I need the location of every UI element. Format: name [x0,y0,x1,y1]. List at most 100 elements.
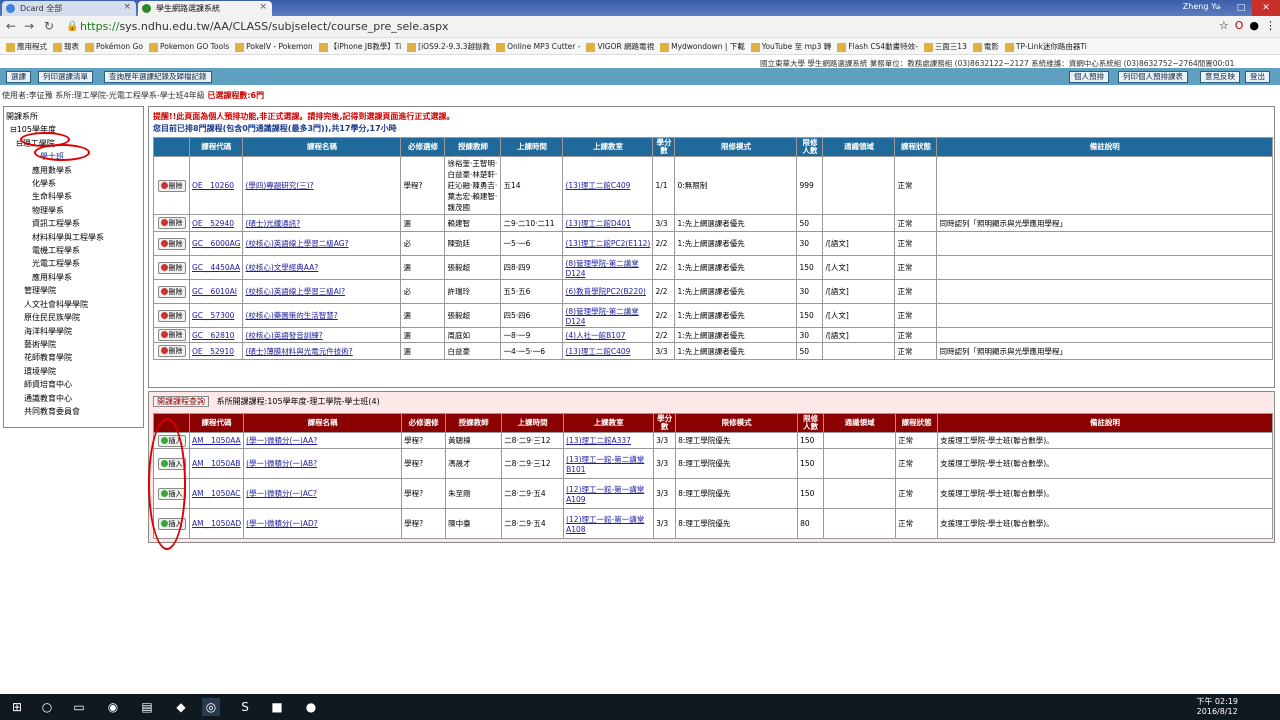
minimize-icon[interactable]: – [1208,0,1230,16]
url-field[interactable]: https://sys.ndhu.edu.tw/AA/CLASS/subjsel… [80,20,449,33]
cell-value[interactable]: (13)理工二館A337 [566,436,631,445]
tree-college[interactable]: 人文社會科學學院 [6,298,141,311]
cell-value[interactable]: GC__6010AI [192,287,237,296]
select-course-button[interactable]: 選課 [6,71,31,83]
bookmark-item[interactable]: [iOS9.2-9.3.3越獄教 [407,38,490,54]
cell-value[interactable]: (校核心)英語發音訓練? [245,331,322,340]
cell-value[interactable]: (13)理工二館D401 [565,219,631,228]
delete-button[interactable]: 刪除 [157,329,186,341]
close-icon[interactable]: × [123,2,131,12]
bookmark-item[interactable]: PokeIV - Pokemon [235,38,313,54]
tree-college[interactable]: 環境學院 [6,365,141,378]
tree-college[interactable]: 海洋科學學院 [6,325,141,338]
cell-value[interactable]: (學一)微積分(一)AA? [246,436,317,445]
delete-button[interactable]: 刪除 [157,179,186,192]
delete-button[interactable]: 刪除 [157,261,186,274]
tree-college[interactable]: 師資培育中心 [6,378,141,391]
menu-icon[interactable]: ⋮ [1265,19,1276,32]
reload-icon[interactable]: ↻ [44,19,54,33]
feedback-button[interactable]: 意見反映 [1200,71,1240,83]
bookmark-item[interactable]: Pokemon GO Tools [148,38,229,54]
tree-college[interactable]: 花師教育學院 [6,351,141,364]
tree-item[interactable]: 資訊工程學系 [6,217,141,230]
cell-value[interactable]: AM__1050AA [192,436,241,445]
folder-icon[interactable]: ▤ [138,698,156,716]
skype-icon[interactable]: S [236,698,254,716]
bookmark-item[interactable]: TP-Link迷你路由器Ti [1004,38,1087,54]
tab-course-system[interactable]: 學生網路選課系統 × [138,1,272,16]
delete-button[interactable]: 刪除 [157,217,186,229]
cell-value[interactable]: (校核心)英語線上學習三級AI? [245,287,345,296]
delete-button[interactable]: 刪除 [157,345,186,357]
star-icon[interactable]: ☆ [1219,19,1229,32]
cell-value[interactable]: (8)管理學院-第二講堂D124 [565,307,638,326]
extension-icon[interactable]: ● [1249,19,1259,32]
course-query-button[interactable]: 開課課程查詢 [153,396,209,407]
cell-value[interactable]: (13)理工二館C409 [565,347,630,356]
cell-value[interactable]: (校核心)藥園策的生活智慧? [245,311,337,320]
search-icon[interactable]: ○ [38,698,56,716]
cell-value[interactable]: GC__57300 [192,311,234,320]
windows-start-icon[interactable]: ⊞ [8,698,26,716]
cell-value[interactable]: (4)人社一館B107 [565,331,625,340]
delete-button[interactable]: 刪除 [157,285,186,298]
cell-value[interactable]: (學四)專題研究(三)? [245,181,313,190]
print-list-button[interactable]: 列印選課清單 [38,71,93,83]
delete-button[interactable]: 刪除 [157,309,186,322]
delete-button[interactable]: 刪除 [157,237,186,250]
cell-value[interactable]: AM__1050AB [192,459,240,468]
bookmark-item[interactable]: 三面三13 [923,38,967,54]
cell-value[interactable]: (學一)微積分(一)AC? [246,489,317,498]
tab-dcard[interactable]: Dcard 全部 × [2,1,136,16]
cell-value[interactable]: OE__10260 [192,181,234,190]
tree-item[interactable]: 光電工程學系 [6,257,141,270]
opera-icon[interactable]: O [1235,19,1244,32]
cell-value[interactable]: AM__1050AC [192,489,240,498]
cell-value[interactable]: (碩士)薄膜材料與光電元件技術? [245,347,352,356]
cell-value[interactable]: GC__4450AA [192,263,240,272]
cell-value[interactable]: (13)理工二館C409 [565,181,630,190]
cell-value[interactable]: (學一)微積分(一)AB? [246,459,317,468]
app2-icon[interactable]: ● [302,698,320,716]
bookmark-item[interactable]: VIGOR 網路電視 [586,38,654,54]
bookmark-item[interactable]: 電影 [972,38,999,54]
bookmark-item[interactable]: 報表 [53,38,79,54]
tree-item[interactable]: 材料科學與工程學系 [6,231,141,244]
history-button[interactable]: 查詢歷年選課紀錄及歸檔記錄 [104,71,212,83]
cell-value[interactable]: (12)理工一館-第一講堂A109 [566,485,644,504]
cell-value[interactable]: OE__52940 [192,219,234,228]
bookmark-item[interactable]: 應用程式 [6,38,47,54]
tree-college[interactable]: 藝術學院 [6,338,141,351]
tree-college[interactable]: 通識教育中心 [6,392,141,405]
logout-button[interactable]: 登出 [1245,71,1270,83]
forward-icon[interactable]: → [24,19,34,33]
cell-value[interactable]: GC__62810 [192,331,234,340]
maximize-icon[interactable]: □ [1230,0,1252,16]
print-schedule-button[interactable]: 列印個人預排課表 [1118,71,1188,83]
bookmark-item[interactable]: YouTube 至 mp3 轉 [750,38,831,54]
cell-value[interactable]: (學一)微積分(一)AD? [246,519,318,528]
tree-item[interactable]: 物理學系 [6,204,141,217]
cell-value[interactable]: (6)教育學院PC2(B220) [565,287,645,296]
cell-value[interactable]: (校核心)文學經典AA? [245,263,318,272]
bookmark-item[interactable]: Pokémon Go [85,38,143,54]
bookmark-item[interactable]: Mydwondown | 下載 [660,38,745,54]
bookmark-item[interactable]: Online MP3 Cutter - [496,38,580,54]
tree-item[interactable]: 應用數學系 [6,164,141,177]
close-window-icon[interactable]: ✕ [1252,0,1280,16]
tree-item[interactable]: 生命科學系 [6,190,141,203]
cell-value[interactable]: (校核心)英語線上學習二級AG? [245,239,348,248]
tree-college[interactable]: 共同教育委員會 [6,405,141,418]
tree-item[interactable]: 應用科學系 [6,271,141,284]
cell-value[interactable]: (12)理工一館-第一講堂A108 [566,515,644,534]
app-icon[interactable]: ■ [268,698,286,716]
cell-value[interactable]: (8)管理學院-第二講堂D124 [565,259,638,278]
back-icon[interactable]: ← [6,19,16,33]
bookmark-item[interactable]: 【iPhone JB教學】Ti [318,38,401,54]
tree-college[interactable]: 管理學院 [6,284,141,297]
tree-college[interactable]: 原住民民族學院 [6,311,141,324]
cell-value[interactable]: GC__6000AG [192,239,240,248]
personal-pre-button[interactable]: 個人預排 [1069,71,1109,83]
cell-value[interactable]: (13)理工二館PC2(E112) [565,239,650,248]
bookmark-item[interactable]: Flash CS4動畫特效- [837,38,918,54]
